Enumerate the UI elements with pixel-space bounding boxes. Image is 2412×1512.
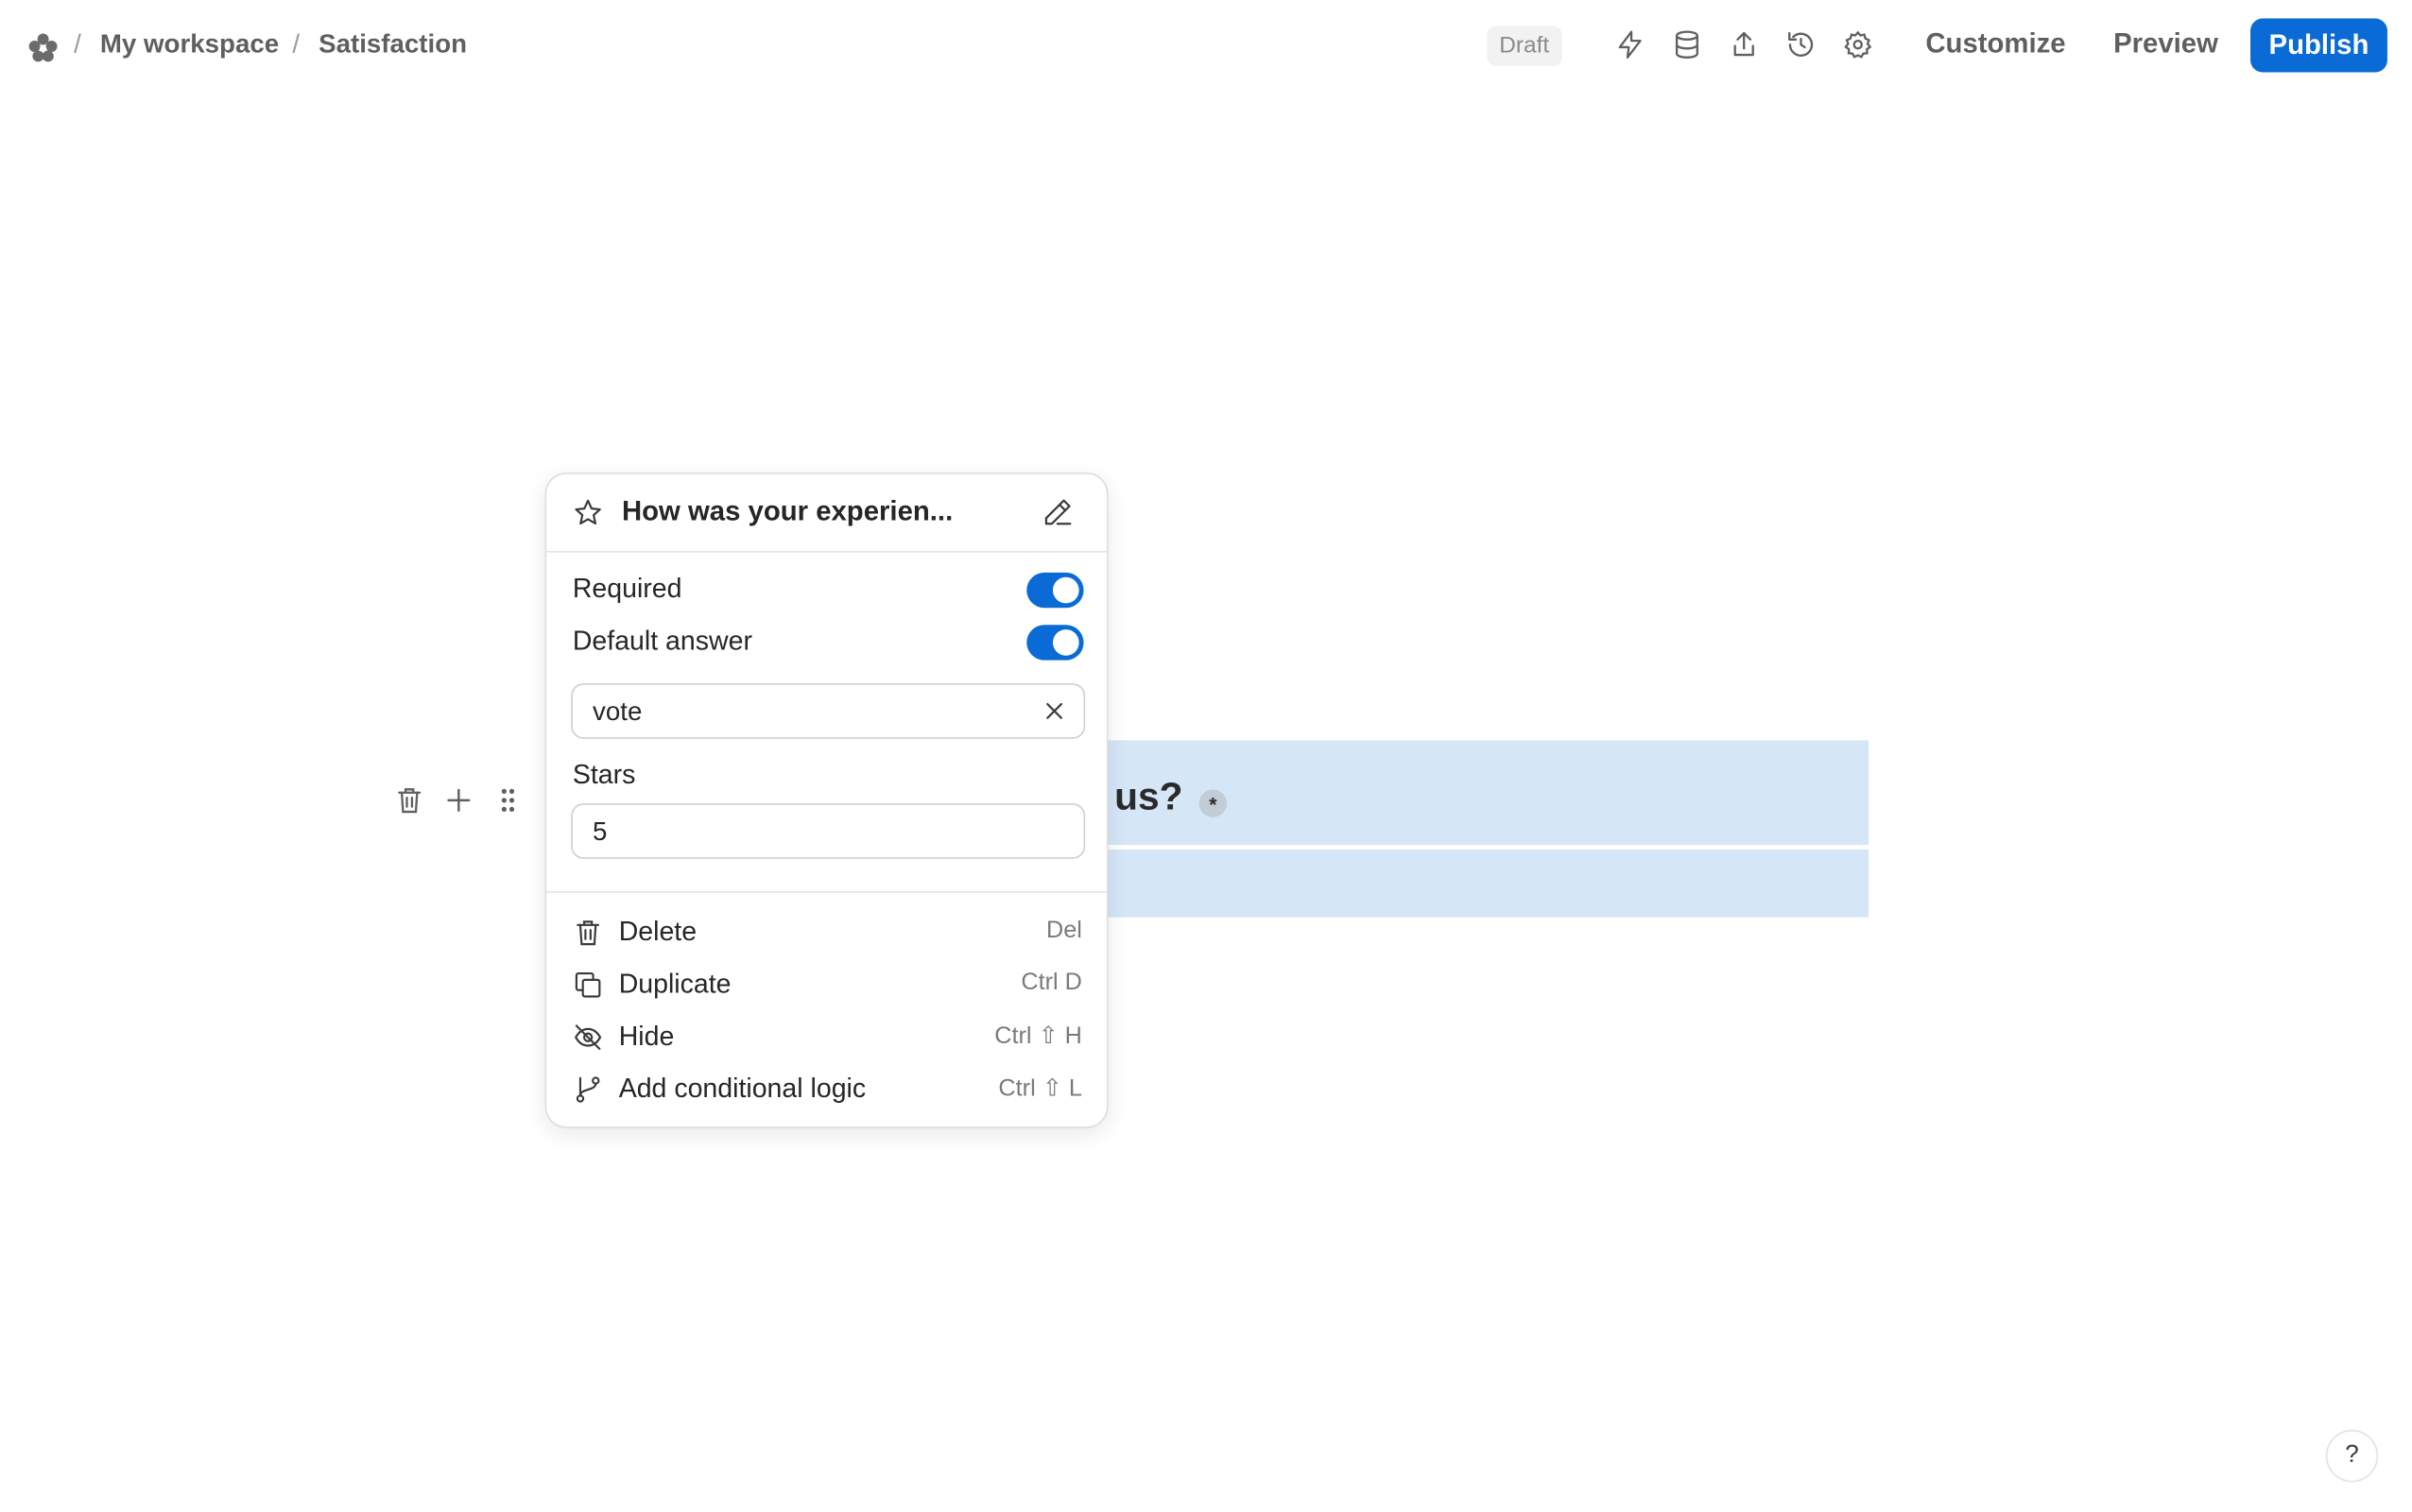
block-settings-popover: How was your experien... Required Defaul…	[544, 472, 1109, 1128]
required-toggle[interactable]	[1026, 572, 1084, 609]
breadcrumb-separator: /	[74, 28, 81, 59]
menu-item-label: Delete	[618, 916, 698, 947]
star-icon	[575, 499, 601, 525]
settings-icon[interactable]	[1839, 26, 1876, 63]
customize-button[interactable]: Customize	[1925, 27, 2065, 60]
trash-icon	[577, 920, 600, 946]
branch-icon	[576, 1076, 600, 1103]
popover-header: How was your experien...	[546, 474, 1107, 553]
menu-item-hide[interactable]: Hide Ctrl ⇧ H	[546, 1014, 1107, 1060]
menu-item-label: Add conditional logic	[618, 1073, 867, 1104]
question-title-block[interactable]	[1077, 740, 1869, 846]
required-label: Required	[572, 572, 682, 604]
clear-icon[interactable]	[1041, 697, 1068, 725]
delete-block-icon[interactable]	[391, 782, 428, 818]
default-answer-input[interactable]: vote	[571, 683, 1086, 739]
history-icon[interactable]	[1783, 26, 1819, 63]
drag-handle-icon[interactable]	[490, 782, 526, 818]
required-badge: *	[1198, 789, 1227, 817]
divider	[546, 890, 1107, 893]
stars-value: 5	[593, 816, 608, 847]
default-answer-value: vote	[593, 696, 643, 727]
menu-item-delete[interactable]: Delete Del	[546, 910, 1107, 956]
lightning-icon[interactable]	[1611, 26, 1648, 63]
breadcrumb-separator: /	[292, 28, 301, 59]
question-title[interactable]: us?	[1114, 776, 1182, 820]
share-icon[interactable]	[1726, 26, 1763, 63]
edit-icon[interactable]	[1041, 495, 1075, 529]
rating-answer-block[interactable]	[1077, 849, 1869, 918]
workspace-logo-icon[interactable]	[26, 31, 60, 65]
preview-button[interactable]: Preview	[2113, 27, 2218, 60]
menu-item-conditional-logic[interactable]: Add conditional logic Ctrl ⇧ L	[546, 1067, 1107, 1113]
stars-label: Stars	[572, 758, 636, 790]
menu-item-duplicate[interactable]: Duplicate Ctrl D	[546, 962, 1107, 1008]
copy-icon	[575, 972, 601, 998]
breadcrumb-form[interactable]: Satisfaction	[319, 29, 467, 60]
help-button[interactable]: ?	[2325, 1429, 2379, 1483]
default-answer-label: Default answer	[572, 625, 752, 656]
menu-item-shortcut: Ctrl ⇧ L	[998, 1075, 1082, 1103]
menu-item-shortcut: Ctrl D	[1021, 970, 1082, 996]
database-icon[interactable]	[1668, 26, 1705, 63]
menu-item-label: Hide	[618, 1020, 675, 1052]
top-bar: / My workspace / Satisfaction Draft Cust…	[0, 0, 2412, 93]
menu-item-shortcut: Del	[1046, 917, 1082, 944]
menu-item-shortcut: Ctrl ⇧ H	[994, 1023, 1082, 1050]
status-badge: Draft	[1487, 26, 1562, 67]
publish-button[interactable]: Publish	[2250, 18, 2387, 73]
block-actions	[391, 782, 530, 821]
add-block-icon[interactable]	[440, 782, 477, 818]
breadcrumb-workspace[interactable]: My workspace	[100, 29, 279, 60]
popover-title: How was your experien...	[621, 495, 954, 526]
menu-item-label: Duplicate	[618, 968, 732, 999]
eye-off-icon	[574, 1024, 602, 1050]
stars-input[interactable]: 5	[571, 803, 1086, 859]
default-answer-toggle[interactable]	[1026, 625, 1084, 661]
